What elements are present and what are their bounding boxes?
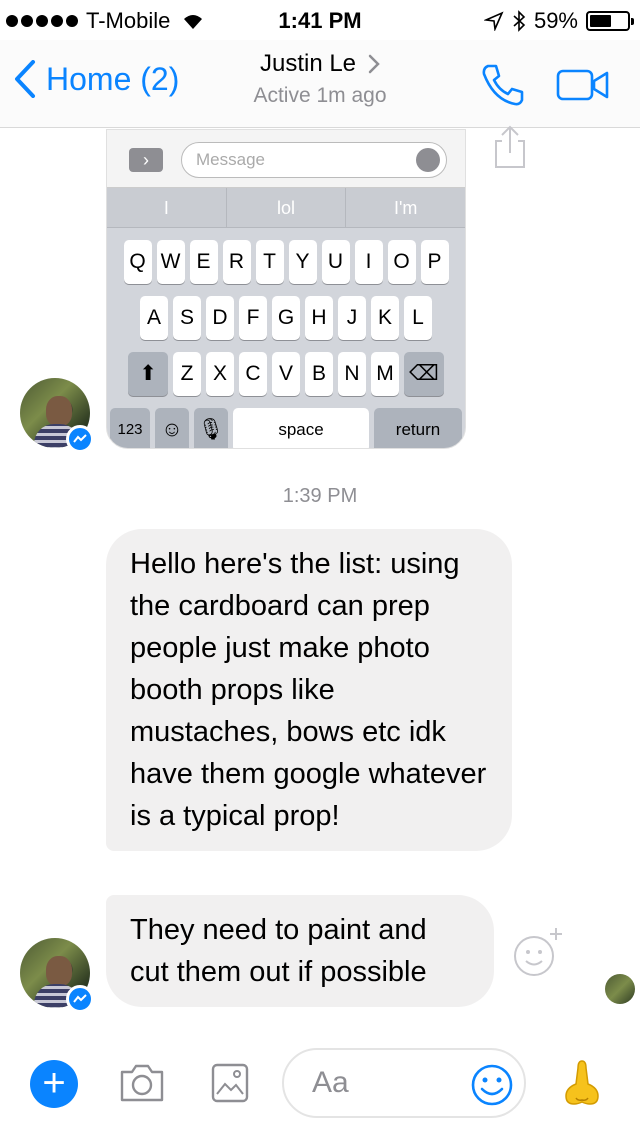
emoji-key-icon: ☺ <box>155 408 189 448</box>
keyboard-key: L <box>404 296 432 340</box>
message-input-container[interactable] <box>282 1048 526 1118</box>
phone-icon <box>482 64 524 106</box>
back-label: Home (2) <box>46 60 180 97</box>
keyboard-key: J <box>338 296 366 340</box>
keyboard-key: V <box>272 352 300 396</box>
keyboard-key: I <box>354 240 383 284</box>
emoji-button[interactable] <box>470 1063 514 1112</box>
shared-image-chevron-icon: › <box>129 148 163 172</box>
contact-name: Justin Le <box>259 50 357 77</box>
battery-icon <box>586 11 634 31</box>
key-return: return <box>374 408 462 448</box>
keyboard-key: Z <box>173 352 201 396</box>
delete-key-icon: ⌫ <box>404 352 444 396</box>
messenger-badge-icon <box>66 425 94 453</box>
keyboard-key: E <box>189 240 218 284</box>
keyboard-key: B <box>305 352 333 396</box>
composer-bar: + <box>0 1040 640 1136</box>
plus-icon[interactable]: + <box>30 1060 78 1108</box>
keyboard-key: R <box>222 240 251 284</box>
received-message[interactable]: They need to paint and cut them out if p… <box>106 895 494 1007</box>
keyboard-key: P <box>420 240 449 284</box>
received-message[interactable]: Hello here's the list: using the cardboa… <box>106 529 512 851</box>
keyboard-key: W <box>156 240 185 284</box>
keyboard-key: H <box>305 296 333 340</box>
keyboard-key: A <box>140 296 168 340</box>
gallery-button[interactable] <box>210 1062 250 1109</box>
keyboard-row: QWERTYUIOP <box>107 240 465 284</box>
video-camera-icon <box>556 69 609 101</box>
suggestion: lol <box>227 188 347 227</box>
keyboard-row: ASDFGHJKL <box>107 296 465 340</box>
bluetooth-icon <box>513 10 526 32</box>
add-reaction-smiley-icon <box>514 928 562 976</box>
chevron-right-icon <box>368 54 380 74</box>
shared-image-message-field: Message <box>181 142 447 178</box>
key-numbers: 123 <box>110 408 150 448</box>
keyboard-key: T <box>255 240 284 284</box>
keyboard-key: U <box>321 240 350 284</box>
shared-image-mic-icon <box>416 148 440 172</box>
read-receipt-avatar <box>605 974 635 1004</box>
back-chevron-icon <box>15 60 35 98</box>
status-bar: T-Mobile 1:41 PM 59% <box>0 0 640 40</box>
messenger-badge-icon <box>66 985 94 1013</box>
keyboard-row: 123 ☺ 🎙 space return <box>107 408 465 448</box>
shift-key-icon: ⬆ <box>128 352 168 396</box>
keyboard-key: S <box>173 296 201 340</box>
suggestion: I'm <box>393 198 418 218</box>
keyboard-key: G <box>272 296 300 340</box>
add-reaction-button[interactable] <box>510 924 566 985</box>
contact-status: Active 1m ago <box>253 84 387 107</box>
keyboard-key: C <box>239 352 267 396</box>
quick-emoji-button[interactable] <box>562 1058 602 1113</box>
message-input[interactable] <box>312 1066 462 1100</box>
smiley-icon <box>471 1064 513 1106</box>
back-button[interactable]: Home (2) <box>14 60 179 98</box>
message-timestamp: 1:39 PM <box>282 485 358 507</box>
battery-percent: 59% <box>533 8 578 33</box>
keyboard-row: ⬆ Z X C V B N M ⌫ <box>107 352 465 396</box>
message-thread[interactable]: › Message I lol I'm QWERTYUIOP ASDFGHJKL… <box>0 125 640 1029</box>
keyboard-key: Y <box>288 240 317 284</box>
shared-image-message[interactable]: › Message I lol I'm QWERTYUIOP ASDFGHJKL… <box>106 129 466 449</box>
shared-image-input-bar: › Message <box>107 130 465 188</box>
shared-image-suggestions: I lol I'm <box>107 188 465 228</box>
thumbs-emoji-icon <box>565 1060 599 1105</box>
keyboard-key: X <box>206 352 234 396</box>
keyboard-key: M <box>371 352 399 396</box>
mic-key-icon: 🎙 <box>194 408 228 448</box>
contact-title[interactable]: Justin Le Active 1m ago <box>200 50 440 108</box>
video-call-button[interactable] <box>556 68 610 107</box>
location-arrow-icon <box>483 11 504 31</box>
keyboard-key: K <box>371 296 399 340</box>
voice-call-button[interactable] <box>480 62 526 113</box>
keyboard-key: N <box>338 352 366 396</box>
keyboard-key: O <box>387 240 416 284</box>
conversation-header: Home (2) Justin Le Active 1m ago <box>0 40 640 128</box>
camera-icon <box>120 1064 164 1102</box>
image-icon <box>211 1063 249 1103</box>
key-space: space <box>233 408 369 448</box>
status-right: 59% <box>483 8 634 34</box>
keyboard-key: F <box>239 296 267 340</box>
keyboard-key: D <box>206 296 234 340</box>
keyboard-key: Q <box>123 240 152 284</box>
share-icon[interactable] <box>492 125 528 169</box>
suggestion: I <box>107 188 227 227</box>
camera-button[interactable] <box>118 1062 166 1109</box>
